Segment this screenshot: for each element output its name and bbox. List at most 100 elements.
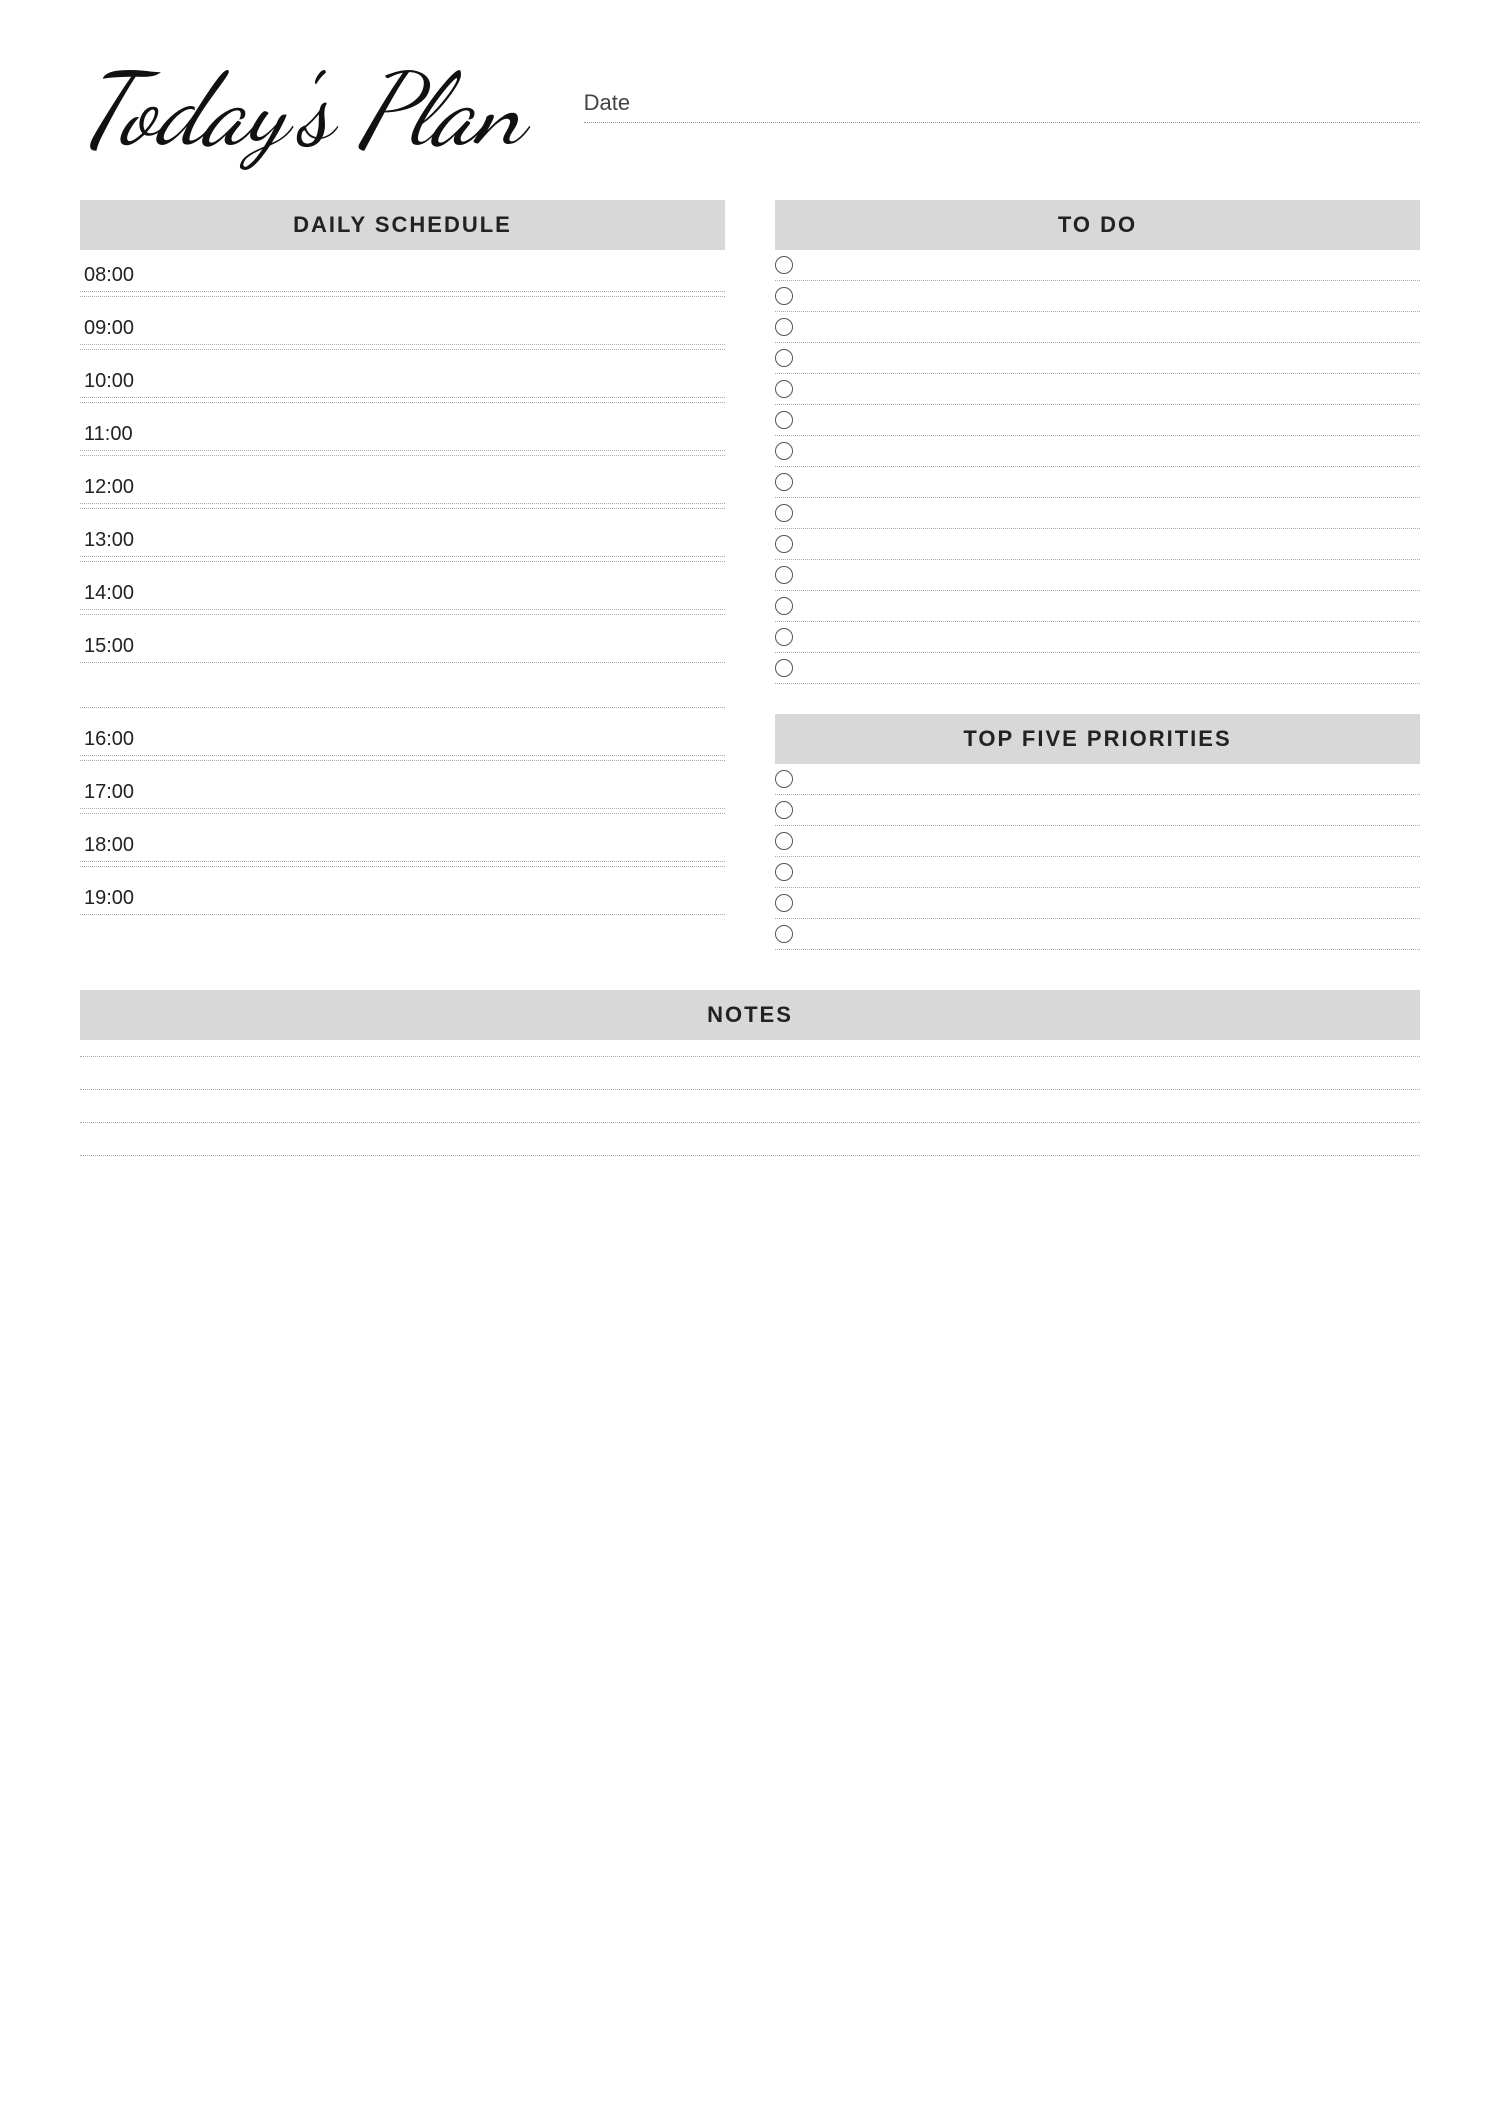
todo-item: [775, 281, 1420, 312]
todo-checkbox[interactable]: [775, 597, 793, 615]
notes-line: [80, 1155, 1420, 1156]
notes-lines: [80, 1056, 1420, 1156]
todo-item: [775, 467, 1420, 498]
todo-checkbox[interactable]: [775, 566, 793, 584]
todo-item: [775, 498, 1420, 529]
hour-label-1500: 15:00: [80, 627, 725, 662]
schedule-section: DAILY SCHEDULE 08:00 09:00 10:00: [80, 200, 725, 950]
hour-label-1300: 13:00: [80, 521, 725, 556]
todo-item: [775, 343, 1420, 374]
hour-label-1700: 17:00: [80, 773, 725, 808]
notes-line: [80, 1122, 1420, 1123]
priorities-section: TOP FIVE PRIORITIES: [775, 714, 1420, 950]
schedule-line: [80, 808, 725, 809]
priority-checkbox[interactable]: [775, 801, 793, 819]
page-title: Today's Plan: [80, 60, 524, 160]
schedule-header: DAILY SCHEDULE: [80, 200, 725, 250]
schedule-line: [80, 291, 725, 292]
hour-label-1600: 16:00: [80, 720, 725, 755]
todo-checkbox[interactable]: [775, 628, 793, 646]
schedule-line: [80, 455, 725, 456]
notes-line: [80, 1089, 1420, 1090]
priority-item: [775, 826, 1420, 857]
todo-checkbox[interactable]: [775, 349, 793, 367]
todo-section: TO DO: [775, 200, 1420, 684]
schedule-rows: 08:00 09:00 10:00 11:00: [80, 250, 725, 915]
priority-checkbox[interactable]: [775, 925, 793, 943]
todo-checkbox[interactable]: [775, 504, 793, 522]
schedule-line: [80, 450, 725, 451]
todo-item: [775, 436, 1420, 467]
todo-checkbox[interactable]: [775, 287, 793, 305]
todo-item: [775, 529, 1420, 560]
hour-label-1900: 19:00: [80, 879, 725, 914]
schedule-line: [80, 755, 725, 756]
schedule-block-0800: 08:00: [80, 250, 725, 297]
schedule-block-1200: 12:00: [80, 462, 725, 509]
date-label: Date: [584, 90, 1420, 116]
hour-label-1400: 14:00: [80, 574, 725, 609]
todo-rows: [775, 250, 1420, 684]
todo-checkbox[interactable]: [775, 659, 793, 677]
schedule-block-1900: 19:00: [80, 873, 725, 915]
schedule-line: [80, 508, 725, 509]
date-line: [584, 122, 1420, 123]
schedule-line: [80, 707, 725, 708]
schedule-line: [80, 760, 725, 761]
schedule-line: [80, 914, 725, 915]
priority-checkbox[interactable]: [775, 894, 793, 912]
priority-checkbox[interactable]: [775, 863, 793, 881]
todo-header: TO DO: [775, 200, 1420, 250]
schedule-line: [80, 866, 725, 867]
hour-label-1200: 12:00: [80, 468, 725, 503]
hour-label-0800: 08:00: [80, 256, 725, 291]
todo-checkbox[interactable]: [775, 411, 793, 429]
notes-header: NOTES: [80, 990, 1420, 1040]
priority-checkbox[interactable]: [775, 832, 793, 850]
todo-checkbox[interactable]: [775, 473, 793, 491]
priorities-header: TOP FIVE PRIORITIES: [775, 714, 1420, 764]
schedule-block-1000: 10:00: [80, 356, 725, 403]
priority-checkbox[interactable]: [775, 770, 793, 788]
schedule-line: [80, 344, 725, 345]
todo-checkbox[interactable]: [775, 442, 793, 460]
todo-checkbox[interactable]: [775, 380, 793, 398]
todo-item: [775, 250, 1420, 281]
schedule-block-1400: 14:00: [80, 568, 725, 615]
schedule-block-1100: 11:00: [80, 409, 725, 456]
todo-checkbox[interactable]: [775, 318, 793, 336]
date-field: Date: [584, 90, 1420, 123]
hour-label-1800: 18:00: [80, 826, 725, 861]
todo-item: [775, 591, 1420, 622]
schedule-block-1600: 16:00: [80, 714, 725, 761]
schedule-line: [80, 861, 725, 862]
todo-item: [775, 653, 1420, 684]
notes-section: NOTES: [80, 990, 1420, 1188]
todo-item: [775, 622, 1420, 653]
todo-checkbox[interactable]: [775, 535, 793, 553]
hour-label-1000: 10:00: [80, 362, 725, 397]
todo-item: [775, 374, 1420, 405]
schedule-line: [80, 662, 725, 663]
schedule-line: [80, 609, 725, 610]
schedule-line: [80, 503, 725, 504]
schedule-block-1300: 13:00: [80, 515, 725, 562]
schedule-block-1800: 18:00: [80, 820, 725, 867]
schedule-line: [80, 561, 725, 562]
priority-item: [775, 764, 1420, 795]
schedule-line: [80, 813, 725, 814]
main-grid: DAILY SCHEDULE 08:00 09:00 10:00: [80, 200, 1420, 1188]
schedule-line: [80, 556, 725, 557]
priority-item: [775, 888, 1420, 919]
priority-item: [775, 795, 1420, 826]
priority-item: [775, 919, 1420, 950]
todo-item: [775, 405, 1420, 436]
notes-line: [80, 1056, 1420, 1057]
page-header: Today's Plan Date: [80, 60, 1420, 160]
hour-label-0900: 09:00: [80, 309, 725, 344]
todo-checkbox[interactable]: [775, 256, 793, 274]
priorities-rows: [775, 764, 1420, 950]
todo-item: [775, 560, 1420, 591]
schedule-line: [80, 397, 725, 398]
schedule-line: [80, 614, 725, 615]
